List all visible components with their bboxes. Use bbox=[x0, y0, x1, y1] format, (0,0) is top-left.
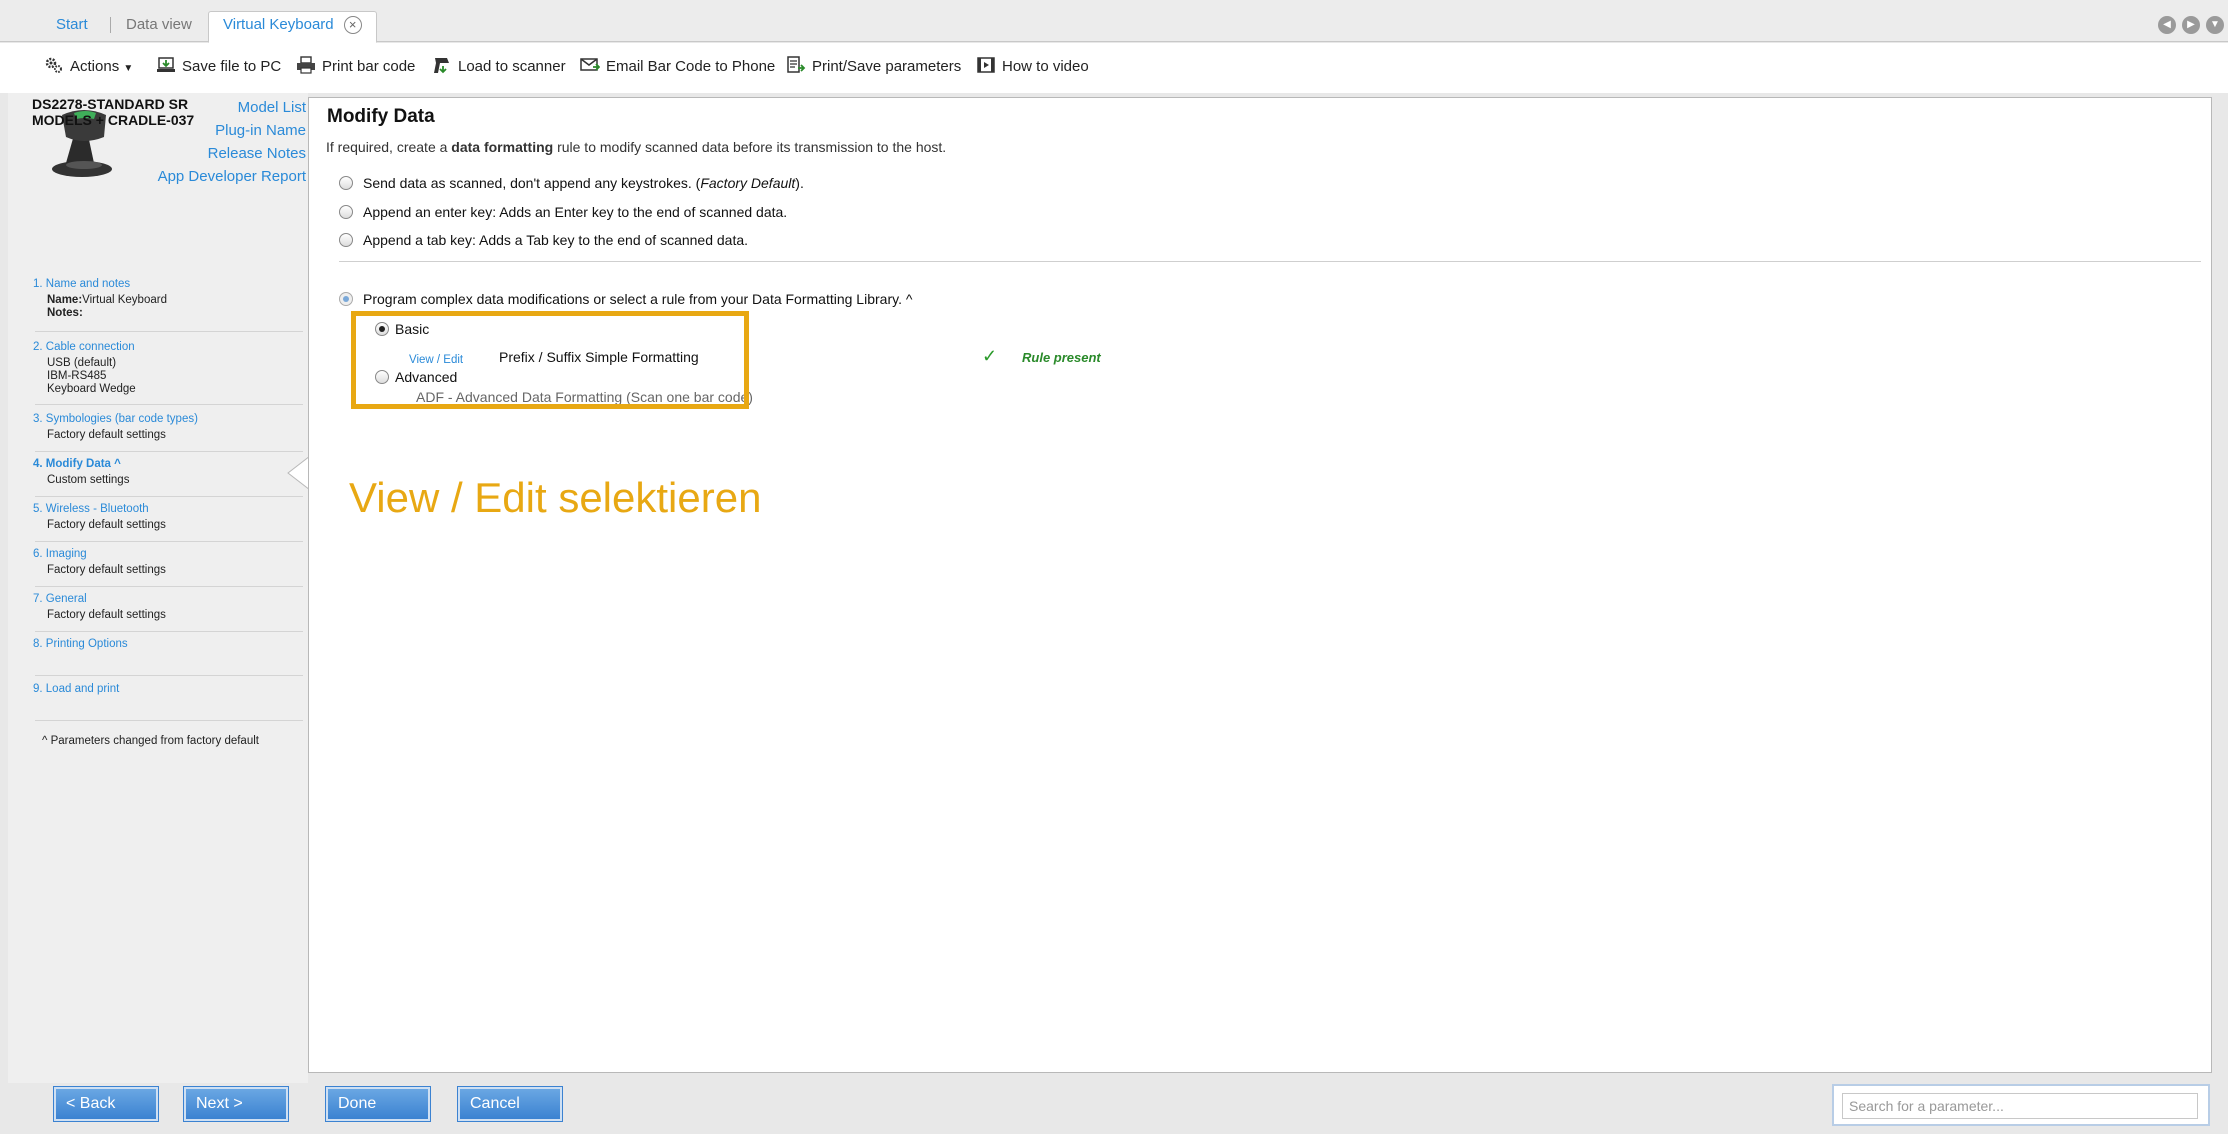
step-cable-connection[interactable]: 2. Cable connection USB (default) IBM-RS… bbox=[33, 341, 303, 405]
model-name-line: DS2278-STANDARD SR bbox=[32, 96, 189, 112]
load-to-scanner-button[interactable]: Load to scanner bbox=[432, 54, 566, 80]
step-title: 4. Modify Data ^ bbox=[33, 458, 121, 470]
plug-in-name-link[interactable]: Plug-in Name bbox=[215, 122, 306, 139]
step-printing-options[interactable]: 8. Printing Options bbox=[33, 638, 303, 676]
step-detail: Factory default settings bbox=[47, 609, 166, 621]
step-title: 2. Cable connection bbox=[33, 341, 135, 353]
printer-icon bbox=[297, 56, 315, 74]
step-symbologies[interactable]: 3. Symbologies (bar code types) Factory … bbox=[33, 413, 303, 452]
cancel-button[interactable]: Cancel bbox=[457, 1086, 563, 1122]
chevron-down-icon: ▼ bbox=[123, 63, 134, 74]
highlight-box bbox=[351, 311, 749, 409]
close-icon[interactable]: × bbox=[343, 16, 362, 35]
divider bbox=[339, 261, 2201, 262]
radio-program-complex[interactable] bbox=[339, 292, 353, 306]
menu-down-icon[interactable]: ▼ bbox=[2206, 16, 2224, 34]
print-bar-code-button[interactable]: Print bar code bbox=[296, 54, 415, 80]
toolbar: Actions ▼ Save file to PC Print bar code… bbox=[0, 43, 2228, 93]
film-icon bbox=[977, 57, 995, 73]
tab-data-view[interactable]: Data view bbox=[112, 12, 206, 42]
how-to-video-button[interactable]: How to video bbox=[976, 54, 1089, 80]
save-file-button[interactable]: Save file to PC bbox=[156, 54, 281, 80]
step-title: 9. Load and print bbox=[33, 683, 120, 695]
how-to-label: How to video bbox=[1002, 58, 1089, 75]
tab-label: Virtual Keyboard bbox=[223, 16, 334, 33]
step-name-and-notes[interactable]: 1. Name and notes Name:Virtual Keyboard … bbox=[33, 278, 303, 332]
step-title: 7. General bbox=[33, 593, 87, 605]
step-title: 8. Printing Options bbox=[33, 638, 128, 650]
release-notes-link[interactable]: Release Notes bbox=[208, 145, 306, 162]
checkmark-icon: ✓ bbox=[982, 346, 998, 366]
model-name-line: MODELS + CRADLE-037 bbox=[32, 112, 195, 128]
current-step-pointer bbox=[287, 456, 310, 490]
footnote: ^ Parameters changed from factory defaul… bbox=[42, 735, 259, 747]
email-icon bbox=[580, 58, 600, 71]
radio-send-as-scanned[interactable] bbox=[339, 176, 353, 190]
page-title: Modify Data bbox=[327, 106, 435, 127]
tab-bar: Start Data view Virtual Keyboard × ◀ ▶ ▼ bbox=[0, 0, 2228, 43]
save-label: Save file to PC bbox=[182, 58, 282, 75]
model-name: DS2278-STANDARD SR MODELS + CRADLE-037 bbox=[32, 96, 194, 128]
option-append-enter[interactable]: Append an enter key: Adds an Enter key t… bbox=[339, 204, 787, 220]
page-description: If required, create a data formatting ru… bbox=[326, 139, 947, 155]
option-program-complex[interactable]: Program complex data modifications or se… bbox=[339, 291, 912, 307]
annotation-text: View / Edit selektieren bbox=[349, 474, 762, 521]
step-wireless-bluetooth[interactable]: 5. Wireless - Bluetooth Factory default … bbox=[33, 503, 303, 542]
step-detail: Factory default settings bbox=[47, 429, 166, 441]
step-detail: Factory default settings bbox=[47, 564, 166, 576]
print-save-label: Print/Save parameters bbox=[812, 58, 962, 75]
save-to-pc-icon bbox=[157, 57, 175, 72]
done-button[interactable]: Done bbox=[325, 1086, 431, 1122]
rule-status: Rule present bbox=[1022, 350, 1101, 365]
main-panel: Modify Data If required, create a data f… bbox=[308, 97, 2212, 1073]
radio-append-tab[interactable] bbox=[339, 233, 353, 247]
step-general[interactable]: 7. General Factory default settings bbox=[33, 593, 303, 632]
step-title: 1. Name and notes bbox=[33, 278, 131, 290]
step-detail: Custom settings bbox=[47, 474, 130, 486]
scroll-left-icon[interactable]: ◀ bbox=[2158, 16, 2176, 34]
scroll-right-icon[interactable]: ▶ bbox=[2182, 16, 2200, 34]
scanner-icon bbox=[434, 58, 449, 74]
step-detail: Factory default settings bbox=[47, 519, 166, 531]
step-detail: Keyboard Wedge bbox=[47, 383, 136, 395]
step-title: 5. Wireless - Bluetooth bbox=[33, 503, 149, 515]
gears-icon bbox=[45, 57, 62, 73]
sidebar: Model List Plug-in Name Release Notes Ap… bbox=[8, 93, 308, 1083]
actions-menu[interactable]: Actions ▼ bbox=[44, 54, 133, 80]
actions-label: Actions bbox=[70, 58, 120, 75]
load-label: Load to scanner bbox=[458, 58, 566, 75]
search-box bbox=[1832, 1084, 2210, 1126]
tab-separator bbox=[110, 17, 111, 33]
step-load-and-print[interactable]: 9. Load and print bbox=[33, 683, 303, 721]
step-imaging[interactable]: 6. Imaging Factory default settings bbox=[33, 548, 303, 587]
step-detail: Notes: bbox=[47, 307, 83, 319]
app-developer-report-link[interactable]: App Developer Report bbox=[158, 168, 306, 185]
print-bar-code-label: Print bar code bbox=[322, 58, 416, 75]
document-export-icon bbox=[787, 56, 806, 73]
step-title: 6. Imaging bbox=[33, 548, 87, 560]
email-bar-code-button[interactable]: Email Bar Code to Phone bbox=[580, 54, 775, 80]
step-detail: USB (default) bbox=[47, 357, 117, 369]
search-input[interactable] bbox=[1842, 1093, 2198, 1119]
step-detail: IBM-RS485 bbox=[47, 370, 107, 382]
option-send-as-scanned[interactable]: Send data as scanned, don't append any k… bbox=[339, 175, 804, 191]
radio-append-enter[interactable] bbox=[339, 205, 353, 219]
step-modify-data[interactable]: 4. Modify Data ^ Custom settings bbox=[33, 458, 303, 497]
tab-virtual-keyboard[interactable]: Virtual Keyboard × bbox=[208, 11, 377, 43]
next-button[interactable]: Next > bbox=[183, 1086, 289, 1122]
step-title: 3. Symbologies (bar code types) bbox=[33, 413, 198, 425]
model-list-link[interactable]: Model List bbox=[238, 99, 306, 116]
tab-start[interactable]: Start bbox=[42, 12, 102, 42]
step-detail: Name:Virtual Keyboard bbox=[47, 294, 167, 306]
email-label: Email Bar Code to Phone bbox=[606, 58, 776, 75]
back-button[interactable]: < Back bbox=[53, 1086, 159, 1122]
option-append-tab[interactable]: Append a tab key: Adds a Tab key to the … bbox=[339, 232, 748, 248]
print-save-parameters-button[interactable]: Print/Save parameters bbox=[786, 54, 961, 80]
